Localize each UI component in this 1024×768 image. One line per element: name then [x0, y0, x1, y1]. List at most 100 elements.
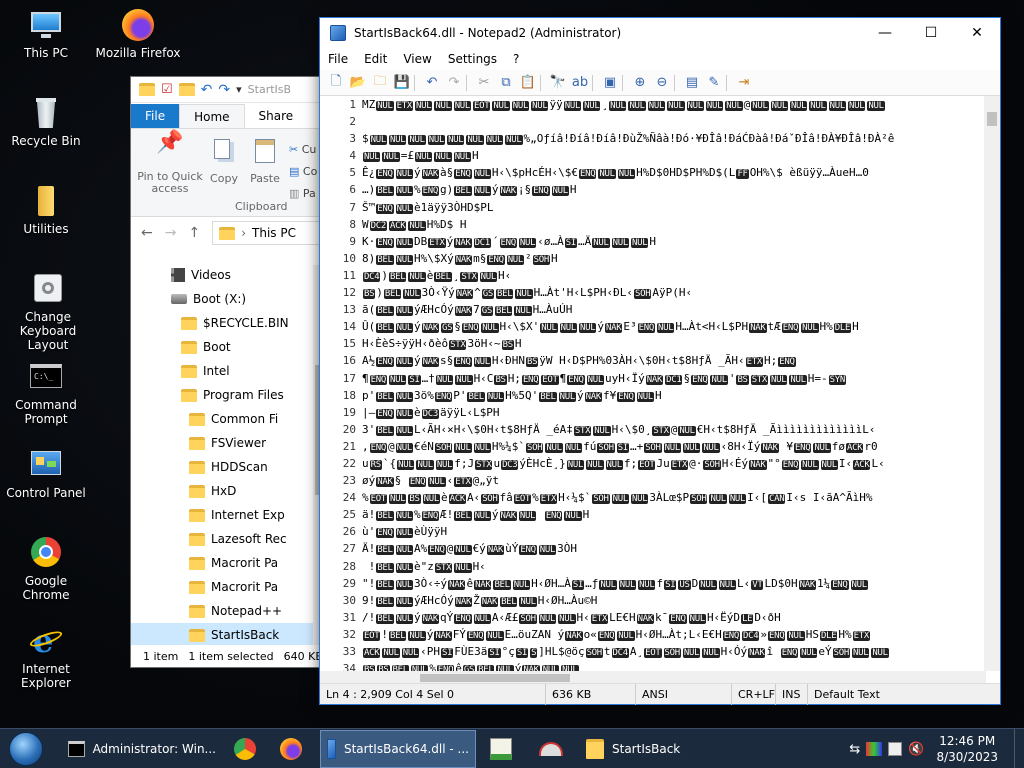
show-desktop-button[interactable]	[1014, 729, 1024, 768]
control-char: SOH	[592, 494, 610, 505]
open-folder-icon[interactable]: 📂	[348, 73, 368, 93]
paste-button[interactable]: Paste	[247, 137, 283, 185]
tree-item[interactable]: HDDScan	[131, 455, 329, 479]
text-editor[interactable]: 1 2 3 4 5 6 7 8 9 10 11 12 13 14 15 16 17 18 19 20 21 22 23 24 2…	[320, 96, 986, 671]
editor-content[interactable]: MZ NUL ETX NUL NUL NUL EOT NUL NUL NUL ÿÿ NUL NUL ¸ NU…	[362, 96, 986, 671]
copy-button[interactable]: Copy	[207, 137, 241, 185]
menu-settings[interactable]: Settings	[440, 52, 505, 66]
maximize-button[interactable]: ☐	[908, 18, 954, 48]
scrollbar-thumb[interactable]	[987, 112, 997, 126]
tab-file[interactable]: File	[131, 104, 180, 128]
control-char: SI	[515, 648, 529, 658]
taskbar-item-cmd[interactable]: Administrator: Win...	[62, 730, 222, 768]
taskbar-item-notepad[interactable]: StartIsBack64.dll - ...	[320, 729, 476, 768]
taskbar-item-explorer[interactable]: StartIsBack	[580, 730, 700, 768]
desktop-icon-change-keyboard-layout[interactable]: Change Keyboard Layout	[0, 272, 96, 352]
close-button[interactable]: ✕	[954, 18, 1000, 48]
tree-item[interactable]: Boot (X:)	[131, 287, 329, 311]
scrollbar-thumb[interactable]	[420, 674, 570, 682]
notepad2-window[interactable]: StartIsBack64.dll - Notepad2 (Administra…	[319, 17, 1001, 705]
network-icon[interactable]: ⇆	[849, 742, 860, 757]
tree-item[interactable]: Boot	[131, 335, 329, 359]
taskbar-item-chrome[interactable]	[222, 730, 268, 768]
replace-icon[interactable]: ab	[570, 73, 590, 93]
explorer-titlebar[interactable]: ☑ ↶ ↷ ▾ StartIsB	[131, 77, 329, 103]
minimize-button[interactable]: —	[862, 18, 908, 48]
taskbar-item-app5[interactable]	[476, 730, 526, 768]
navigation-tree[interactable]: Videos Boot (X:) $RECYCLE.BIN Boot Intel Prog…	[131, 263, 329, 649]
copy-icon[interactable]: ⧉	[496, 73, 516, 93]
scheme-icon[interactable]: ▤	[682, 73, 702, 93]
desktop-icon-this-pc[interactable]: This PC	[0, 8, 92, 60]
paste-shortcut-button[interactable]: ▥ Pa	[289, 183, 317, 205]
pin-to-quick-access-button[interactable]: 📌 Pin to Quick access	[135, 132, 205, 195]
desktop-icon-google-chrome[interactable]: Google Chrome	[0, 536, 92, 602]
redo-icon[interactable]: ↷	[218, 82, 230, 98]
tree-item[interactable]: Internet Exp	[131, 503, 329, 527]
back-arrow-icon[interactable]: ←	[141, 225, 153, 241]
vertical-scrollbar[interactable]	[984, 96, 1000, 671]
clock[interactable]: 12:46 PM 8/30/2023	[930, 733, 1008, 765]
control-char: NUL	[809, 101, 827, 111]
tab-share[interactable]: Share	[245, 104, 308, 128]
tree-item[interactable]: Intel	[131, 359, 329, 383]
file-explorer-window[interactable]: ☑ ↶ ↷ ▾ StartIsB File Home Share 📌 Pin t…	[130, 76, 330, 668]
menu-view[interactable]: View	[395, 52, 439, 66]
address-bar[interactable]: › This PC	[212, 221, 329, 245]
desktop-icon-firefox[interactable]: Mozilla Firefox	[92, 8, 184, 60]
menu-edit[interactable]: Edit	[356, 52, 395, 66]
folder-icon	[189, 580, 205, 594]
syntax-scheme[interactable]: Default Text	[808, 684, 1000, 705]
taskbar-item-app6[interactable]	[526, 730, 576, 768]
tree-item[interactable]: Notepad++	[131, 599, 329, 623]
notepad-titlebar[interactable]: StartIsBack64.dll - Notepad2 (Administra…	[320, 18, 1000, 48]
forward-arrow-icon[interactable]: →	[165, 225, 177, 241]
display-color-icon[interactable]	[866, 742, 883, 756]
tree-item[interactable]: Lazesoft Rec	[131, 527, 329, 551]
desktop-icon-internet-explorer[interactable]: e Internet Explorer	[0, 624, 92, 690]
find-icon[interactable]: 🔭	[548, 73, 568, 93]
tree-item[interactable]: FSViewer	[131, 431, 329, 455]
save-icon[interactable]: 💾	[392, 73, 412, 93]
encoding[interactable]: ANSI	[636, 683, 732, 705]
control-char: NUL	[566, 459, 585, 470]
cut-button[interactable]: ✂ Cu	[289, 139, 317, 161]
line-endings[interactable]: CR+LF	[732, 683, 776, 705]
copy-path-button[interactable]: ▤ Co	[289, 161, 317, 183]
volume-muted-icon[interactable]: 🔇	[908, 742, 924, 757]
up-arrow-icon[interactable]: ↑	[188, 225, 200, 241]
tab-home[interactable]: Home	[179, 104, 245, 128]
word-wrap-icon[interactable]: ▣	[600, 73, 620, 93]
paste-icon[interactable]: 📋	[518, 73, 538, 93]
desktop-icon-utilities[interactable]: Utilities	[0, 184, 92, 236]
redo-icon[interactable]: ↷	[444, 73, 464, 93]
desktop-icon-recycle-bin[interactable]: Recycle Bin	[0, 96, 92, 148]
tree-item[interactable]: Program Files	[131, 383, 329, 407]
resource-monitor-icon[interactable]	[888, 742, 903, 756]
browse-icon[interactable]: 🗀	[370, 73, 390, 93]
zoom-in-icon[interactable]: ⊕	[630, 73, 650, 93]
tree-item[interactable]: Macrorit Pa	[131, 551, 329, 575]
start-button[interactable]	[0, 729, 52, 768]
taskbar-item-firefox[interactable]	[268, 730, 314, 768]
tree-item[interactable]: Macrorit Pa	[131, 575, 329, 599]
tree-item[interactable]: StartIsBack	[131, 623, 329, 647]
dropdown-arrow-icon[interactable]: ▾	[236, 83, 242, 96]
tree-item[interactable]: HxD	[131, 479, 329, 503]
customize-icon[interactable]: ✎	[704, 73, 724, 93]
zoom-out-icon[interactable]: ⊖	[652, 73, 672, 93]
checkmark-icon: ☑	[161, 82, 173, 97]
desktop-icon-control-panel[interactable]: Control Panel	[0, 448, 92, 500]
tree-item[interactable]: $RECYCLE.BIN	[131, 311, 329, 335]
undo-icon[interactable]: ↶	[201, 82, 213, 98]
tree-item[interactable]: Common Fi	[131, 407, 329, 431]
tree-item[interactable]: Videos	[131, 263, 329, 287]
undo-icon[interactable]: ↶	[422, 73, 442, 93]
control-char: NUL	[686, 101, 704, 111]
menu-help[interactable]: ?	[505, 52, 527, 66]
exit-icon[interactable]: ⇥	[734, 73, 754, 93]
desktop-icon-command-prompt[interactable]: C:\_ Command Prompt	[0, 360, 92, 426]
menu-file[interactable]: File	[320, 52, 356, 66]
cut-icon[interactable]: ✂	[474, 73, 494, 93]
new-file-icon[interactable]: 🗋	[326, 73, 346, 93]
